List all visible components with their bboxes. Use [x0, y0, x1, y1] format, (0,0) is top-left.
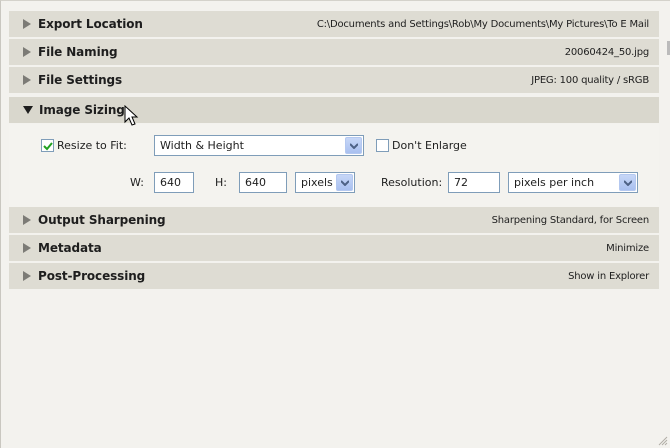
fit-mode-value: Width & Height: [160, 139, 244, 152]
section-metadata[interactable]: Metadata Minimize: [9, 235, 659, 261]
export-dialog-panel: Export Location C:\Documents and Setting…: [0, 0, 670, 448]
section-export-location[interactable]: Export Location C:\Documents and Setting…: [9, 11, 659, 37]
collapsed-triangle-icon: [23, 19, 31, 29]
height-value: 640: [245, 176, 266, 189]
section-image-sizing[interactable]: Image Sizing: [9, 97, 659, 123]
section-title: Image Sizing: [39, 103, 125, 117]
resize-grip-icon[interactable]: [658, 436, 668, 446]
resize-to-fit-label: Resize to Fit:: [57, 139, 127, 152]
section-summary: C:\Documents and Settings\Rob\My Documen…: [316, 18, 649, 30]
section-post-processing[interactable]: Post-Processing Show in Explorer: [9, 263, 659, 289]
section-title: Output Sharpening: [38, 213, 166, 227]
section-summary: Show in Explorer: [568, 270, 649, 282]
unit-select[interactable]: pixels: [295, 172, 355, 193]
dropdown-button[interactable]: [336, 174, 353, 191]
dropdown-button[interactable]: [345, 137, 362, 154]
resolution-unit-select[interactable]: pixels per inch: [508, 172, 638, 193]
image-sizing-panel: Resize to Fit: Width & Height Don't Enla…: [9, 124, 659, 210]
resolution-label: Resolution:: [381, 176, 443, 189]
dont-enlarge-label: Don't Enlarge: [392, 139, 467, 152]
resolution-value: 72: [454, 176, 468, 189]
resolution-unit-value: pixels per inch: [514, 176, 595, 189]
checkmark-icon: [43, 142, 53, 151]
section-title: Export Location: [38, 17, 143, 31]
section-file-naming[interactable]: File Naming 20060424_50.jpg: [9, 39, 659, 65]
section-summary: Sharpening Standard, for Screen: [491, 214, 650, 226]
chevron-down-icon: [624, 180, 632, 186]
collapsed-triangle-icon: [23, 215, 31, 225]
width-label: W:: [130, 176, 144, 189]
chevron-down-icon: [341, 180, 349, 186]
height-input[interactable]: 640: [239, 172, 287, 193]
section-title: Post-Processing: [38, 269, 146, 283]
dropdown-button[interactable]: [619, 174, 636, 191]
collapsed-triangle-icon: [23, 271, 31, 281]
section-title: File Naming: [38, 45, 118, 59]
dont-enlarge-checkbox[interactable]: [376, 139, 389, 152]
section-title: File Settings: [38, 73, 123, 87]
section-title: Metadata: [38, 241, 102, 255]
section-summary: JPEG: 100 quality / sRGB: [531, 74, 649, 86]
mouse-pointer-icon: [124, 105, 139, 126]
resize-to-fit-checkbox[interactable]: [41, 139, 54, 152]
section-summary: Minimize: [606, 242, 649, 254]
expanded-triangle-icon: [23, 106, 33, 114]
chevron-down-icon: [350, 143, 358, 149]
fit-mode-select[interactable]: Width & Height: [154, 135, 364, 156]
height-label: H:: [215, 176, 227, 189]
collapsed-triangle-icon: [23, 75, 31, 85]
section-summary: 20060424_50.jpg: [564, 46, 649, 58]
width-value: 640: [160, 176, 181, 189]
collapsed-triangle-icon: [23, 47, 31, 57]
resolution-input[interactable]: 72: [448, 172, 500, 193]
section-file-settings[interactable]: File Settings JPEG: 100 quality / sRGB: [9, 67, 659, 93]
unit-value: pixels: [301, 176, 333, 189]
collapsed-triangle-icon: [23, 243, 31, 253]
width-input[interactable]: 640: [154, 172, 194, 193]
section-output-sharpening[interactable]: Output Sharpening Sharpening Standard, f…: [9, 207, 659, 233]
